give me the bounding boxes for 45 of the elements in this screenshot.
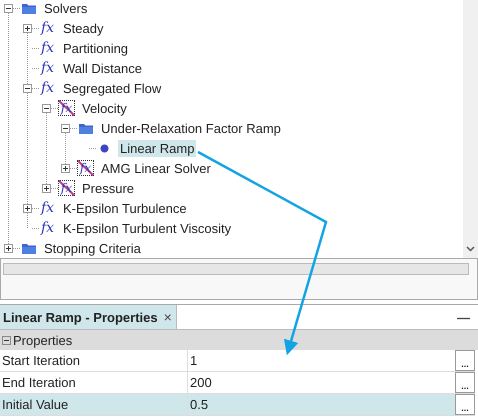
tree-item[interactable]: Segregated Flow xyxy=(61,80,164,96)
tree-item[interactable]: Wall Distance xyxy=(61,60,144,76)
collapse-icon[interactable] xyxy=(61,124,70,132)
collapse-icon[interactable] xyxy=(4,4,13,12)
property-name: End Iteration xyxy=(1,374,77,392)
tree-item[interactable]: Steady xyxy=(61,20,106,36)
tree-item[interactable]: K-Epsilon Turbulent Viscosity xyxy=(61,220,234,236)
function-icon: fx xyxy=(39,220,56,236)
function-icon: fx xyxy=(39,20,56,36)
vertical-scrollbar[interactable] xyxy=(463,0,478,258)
tree-item[interactable]: Velocity xyxy=(80,100,129,116)
property-name: Initial Value xyxy=(1,396,70,414)
function-icon: fx xyxy=(39,200,56,216)
ellipsis-button[interactable]: ... xyxy=(455,394,475,415)
ellipsis-button[interactable]: ... xyxy=(455,350,475,371)
properties-tab[interactable]: Linear Ramp - Properties × xyxy=(0,305,177,329)
group-header: Properties xyxy=(13,332,72,348)
horizontal-scrollbar[interactable] xyxy=(3,263,469,275)
tab-title: Linear Ramp - Properties xyxy=(3,310,158,324)
tree-item[interactable]: Under-Relaxation Factor Ramp xyxy=(99,120,283,136)
collapse-icon[interactable] xyxy=(23,84,32,92)
tree-item[interactable]: AMG Linear Solver xyxy=(99,160,213,176)
close-button[interactable]: × xyxy=(164,309,172,325)
function-icon: fx xyxy=(39,80,56,96)
expand-icon[interactable] xyxy=(4,244,13,252)
tree-item[interactable]: Linear Ramp xyxy=(118,140,196,156)
tree-item[interactable]: Pressure xyxy=(80,180,136,196)
tree-item[interactable]: Stopping Criteria xyxy=(42,240,143,256)
tree-item[interactable]: K-Epsilon Turbulence xyxy=(61,200,189,216)
expand-icon[interactable] xyxy=(61,164,70,172)
collapse-icon[interactable] xyxy=(2,336,11,344)
property-row[interactable]: Start Iteration 1 ... xyxy=(0,350,475,372)
expand-icon[interactable] xyxy=(23,24,32,32)
chevron-down-icon[interactable] xyxy=(466,246,475,252)
ellipsis-button[interactable]: ... xyxy=(455,372,475,393)
function-icon: fx xyxy=(39,40,56,56)
property-row[interactable]: Initial Value 0.5 ... xyxy=(0,394,475,416)
tree-item[interactable]: Partitioning xyxy=(61,40,130,56)
minimize-button[interactable]: — xyxy=(457,310,470,324)
expand-icon[interactable] xyxy=(42,184,51,192)
collapse-icon[interactable] xyxy=(42,104,51,112)
expand-icon[interactable] xyxy=(23,204,32,212)
function-icon: fx xyxy=(39,60,56,76)
tree-item[interactable]: Solvers xyxy=(42,0,90,16)
property-name: Start Iteration xyxy=(1,352,82,370)
